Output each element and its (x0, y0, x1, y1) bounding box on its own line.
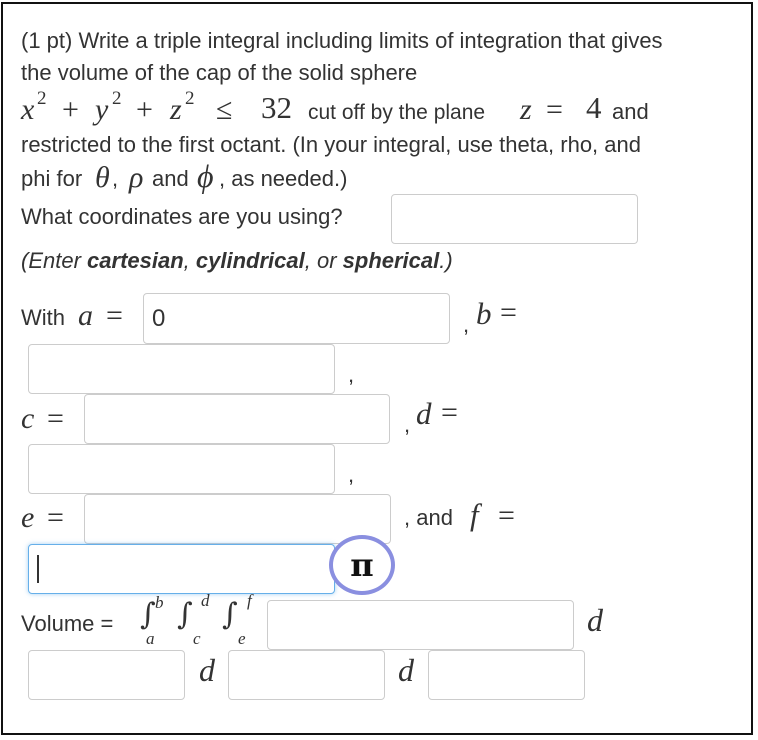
f-input[interactable] (28, 544, 335, 594)
e-input[interactable] (84, 494, 391, 544)
integral-sign-3: ∫ (222, 597, 238, 632)
f-symbol: f (470, 497, 479, 532)
math-leq: ≤ (216, 93, 233, 126)
e-symbol: e (21, 501, 35, 534)
volume-label: Volume = (21, 611, 114, 636)
and-text: and (612, 99, 649, 124)
lower-limit-e: e (238, 629, 246, 648)
as-needed-text: , as needed.) (219, 166, 348, 191)
integral-sign-2: ∫ (177, 597, 193, 632)
differential-1-input[interactable] (28, 650, 185, 700)
math-4: 4 (586, 90, 602, 125)
problem-text-line1: (1 pt) Write a triple integral including… (21, 28, 663, 53)
lower-limit-a: a (146, 629, 155, 648)
comma-text: , (348, 362, 355, 387)
text-caret (37, 555, 39, 583)
math-exp: 2 (112, 88, 122, 109)
a-symbol: a (78, 299, 93, 332)
comma-text: , (463, 312, 470, 337)
math-z-plane: z (520, 93, 532, 126)
upper-limit-d: d (201, 591, 210, 610)
option-cylindrical: cylindrical (195, 248, 305, 273)
differential-3-input[interactable] (428, 650, 585, 700)
d-input[interactable] (28, 444, 335, 494)
phi-for-text: phi for (21, 166, 83, 191)
d-symbol: d (416, 396, 432, 431)
comma-text: , (404, 412, 411, 437)
option-cartesian: cartesian (87, 248, 184, 273)
upper-limit-b: b (155, 593, 164, 612)
and-text-2: and (152, 166, 189, 191)
differential-d-1: d (587, 602, 603, 638)
c-input[interactable] (84, 394, 390, 444)
differential-d-3: d (398, 652, 414, 688)
math-eq: = (546, 93, 563, 126)
with-label: With (21, 305, 65, 330)
integrand-input[interactable] (267, 600, 574, 650)
problem-text-line2: the volume of the cap of the solid spher… (21, 60, 418, 85)
a-input[interactable]: 0 (143, 293, 450, 344)
phi-symbol: ϕ (197, 158, 214, 194)
math-x: x (21, 93, 35, 126)
math-z: z (170, 93, 182, 126)
c-symbol: c (21, 402, 35, 435)
integral-sign-1: ∫ (140, 597, 156, 632)
differential-d-2: d (199, 652, 215, 688)
math-32: 32 (261, 90, 292, 125)
coords-hint: (Enter cartesian, cylindrical, or spheri… (21, 248, 453, 273)
option-spherical: spherical (342, 248, 440, 273)
and-label: , and (404, 505, 453, 530)
eq-symbol: = (500, 296, 517, 329)
coords-input[interactable] (391, 194, 638, 244)
b-input[interactable] (28, 344, 335, 394)
math-exp: 2 (185, 88, 195, 109)
pi-button[interactable]: π (329, 535, 395, 595)
comma-text: , (348, 462, 355, 487)
theta-symbol: θ (95, 161, 110, 194)
cutoff-text: cut off by the plane (308, 101, 486, 124)
eq-symbol: = (441, 396, 458, 429)
math-plus: + (136, 93, 153, 126)
eq-symbol: = (47, 402, 64, 435)
differential-2-input[interactable] (228, 650, 385, 700)
eq-symbol: = (498, 499, 515, 532)
problem-text-line4: restricted to the first octant. (In your… (21, 132, 641, 157)
math-exp: 2 (37, 88, 47, 109)
coords-question: What coordinates are you using? (21, 204, 343, 229)
b-symbol: b (476, 296, 492, 331)
lower-limit-c: c (193, 629, 201, 648)
upper-limit-f: f (247, 591, 252, 610)
rho-symbol: ρ (129, 161, 144, 194)
eq-symbol: = (106, 299, 123, 332)
math-plus: + (62, 93, 79, 126)
comma-text: , (112, 166, 119, 191)
eq-symbol: = (47, 501, 64, 534)
math-y: y (95, 93, 109, 126)
